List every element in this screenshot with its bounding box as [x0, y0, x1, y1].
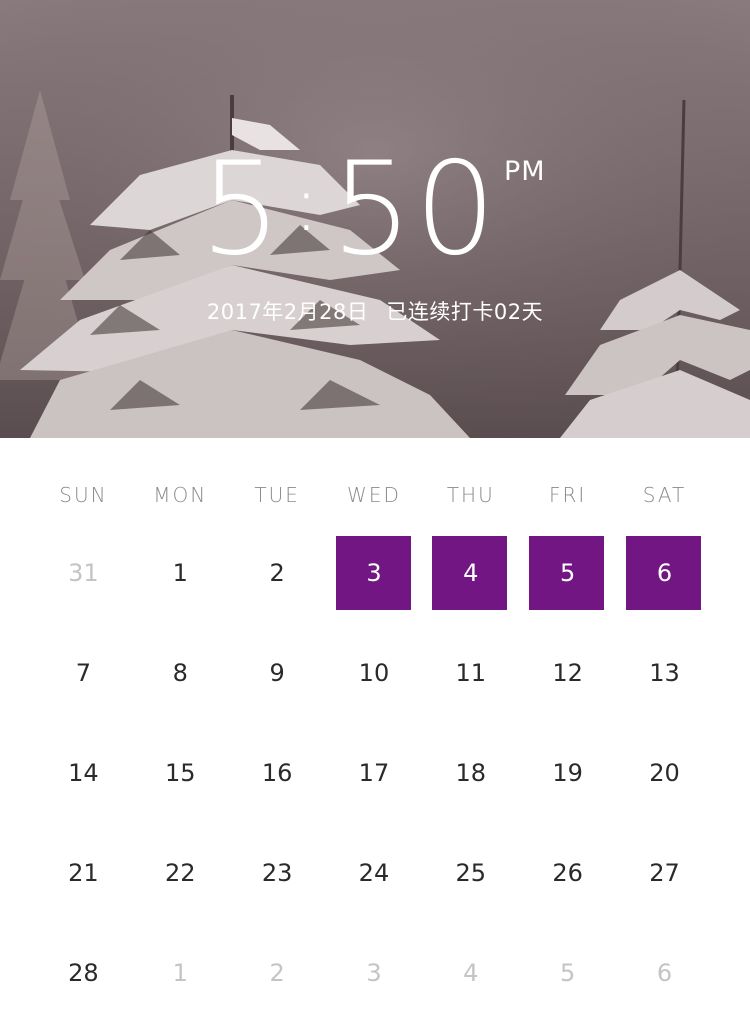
calendar-day-number: 1	[172, 959, 188, 987]
calendar-day[interactable]: 18	[422, 736, 519, 810]
current-date: 2017年2月28日	[206, 300, 369, 324]
clock-colon: :	[293, 159, 322, 248]
calendar-day-number: 25	[455, 859, 487, 887]
calendar-day-number: 5	[560, 559, 576, 587]
calendar-day-number: 13	[649, 659, 680, 687]
clock-minutes: 50	[331, 135, 498, 284]
checkin-streak: 已连续打卡02天	[386, 300, 544, 324]
calendar-week: 31 1 2 3 4 5 6	[35, 536, 713, 610]
calendar-day-number: 14	[68, 759, 99, 787]
calendar-day-checked[interactable]: 4	[422, 536, 519, 610]
calendar-day-number: 11	[455, 659, 487, 687]
calendar-day[interactable]: 11	[422, 636, 519, 710]
calendar-day[interactable]: 26	[519, 836, 616, 910]
calendar-day[interactable]: 15	[132, 736, 229, 810]
calendar-day-number: 6	[656, 959, 673, 987]
calendar-day-number: 8	[172, 659, 188, 687]
calendar-day[interactable]: 2	[229, 536, 326, 610]
calendar-day-outside-month[interactable]: 5	[519, 936, 616, 1010]
calendar-day-number: 28	[68, 959, 99, 987]
clock-ampm: PM	[504, 156, 546, 187]
weekday-mon: MON	[153, 483, 208, 507]
calendar-day-number: 4	[463, 559, 479, 587]
clock-hour: 5	[200, 135, 284, 284]
weekday-sat: SAT	[642, 483, 687, 507]
header-background: 5 : 50 PM 2017年2月28日 已连续打卡02天	[0, 0, 750, 438]
calendar-day-number: 3	[366, 959, 382, 987]
calendar-day[interactable]: 20	[616, 736, 713, 810]
calendar-day[interactable]: 10	[326, 636, 423, 710]
calendar-day-outside-month[interactable]: 3	[326, 936, 423, 1010]
weekday-thu: THU	[446, 483, 495, 507]
calendar-day[interactable]: 23	[229, 836, 326, 910]
calendar-day-number: 1	[172, 559, 188, 587]
calendar-day-number: 15	[164, 759, 196, 787]
calendar-day-number: 3	[366, 559, 382, 587]
calendar-day[interactable]: 27	[616, 836, 713, 910]
calendar-day[interactable]: 22	[132, 836, 229, 910]
calendar-day-number: 12	[552, 659, 583, 687]
calendar-day-checked[interactable]: 3	[326, 536, 423, 610]
calendar-day-outside-month[interactable]: 2	[229, 936, 326, 1010]
calendar-day-number: 20	[649, 759, 680, 787]
calendar-day[interactable]: 1	[132, 536, 229, 610]
calendar-day-number: 21	[68, 859, 99, 887]
calendar-day-outside-month[interactable]: 1	[132, 936, 229, 1010]
calendar-day[interactable]: 7	[35, 636, 132, 710]
calendar-day[interactable]: 21	[35, 836, 132, 910]
calendar-day-number: 9	[269, 659, 285, 687]
calendar-day[interactable]: 8	[132, 636, 229, 710]
calendar-week: 21 22 23 24 25 26 27	[35, 836, 713, 910]
calendar-day-number: 10	[358, 659, 390, 687]
calendar-day-number: 31	[68, 559, 99, 587]
calendar-week: 7 8 9 10 11 12 13	[35, 636, 713, 710]
calendar-day-number: 5	[560, 959, 576, 987]
calendar-day-number: 26	[552, 859, 583, 887]
clock-time: 5 : 50	[200, 140, 498, 280]
calendar-day-number: 22	[164, 859, 196, 887]
calendar: SUN MON TUE WED THU FRI SAT 31 1 2 3 4 5 6 7 8 9 1…	[0, 438, 750, 1022]
calendar-day-checked[interactable]: 6	[616, 536, 713, 610]
weekday-fri: FRI	[548, 483, 587, 507]
calendar-day-number: 18	[455, 759, 487, 787]
calendar-day[interactable]: 13	[616, 636, 713, 710]
calendar-day-number: 4	[463, 959, 479, 987]
calendar-day-number: 27	[649, 859, 680, 887]
calendar-day-number: 2	[269, 959, 285, 987]
calendar-day-number: 2	[269, 559, 285, 587]
calendar-day-outside-month[interactable]: 6	[616, 936, 713, 1010]
calendar-day[interactable]: 28	[35, 936, 132, 1010]
weekday-tue: TUE	[254, 483, 300, 507]
calendar-day-number: 23	[261, 859, 293, 887]
weekday-sun: SUN	[59, 483, 108, 507]
calendar-day-checked[interactable]: 5	[519, 536, 616, 610]
date-streak-line: 2017年2月28日 已连续打卡02天	[0, 296, 750, 326]
calendar-day-number: 16	[261, 759, 293, 787]
calendar-day-outside-month[interactable]: 31	[35, 536, 132, 610]
weekday-wed: WED	[347, 483, 401, 507]
calendar-day-outside-month[interactable]: 4	[422, 936, 519, 1010]
calendar-day-number: 7	[75, 659, 92, 687]
calendar-day[interactable]: 16	[229, 736, 326, 810]
calendar-day[interactable]: 17	[326, 736, 423, 810]
calendar-day[interactable]: 14	[35, 736, 132, 810]
weekday-header: SUN MON TUE WED THU FRI SAT	[35, 480, 713, 510]
calendar-day[interactable]: 25	[422, 836, 519, 910]
calendar-week: 14 15 16 17 18 19 20	[35, 736, 713, 810]
calendar-day[interactable]: 24	[326, 836, 423, 910]
calendar-week: 28 1 2 3 4 5 6	[35, 936, 713, 1010]
calendar-day-number: 17	[358, 759, 390, 787]
calendar-day-number: 24	[358, 859, 390, 887]
calendar-day[interactable]: 12	[519, 636, 616, 710]
calendar-day-number: 19	[552, 759, 583, 787]
calendar-day-number: 6	[656, 559, 673, 587]
calendar-day[interactable]: 19	[519, 736, 616, 810]
calendar-day[interactable]: 9	[229, 636, 326, 710]
